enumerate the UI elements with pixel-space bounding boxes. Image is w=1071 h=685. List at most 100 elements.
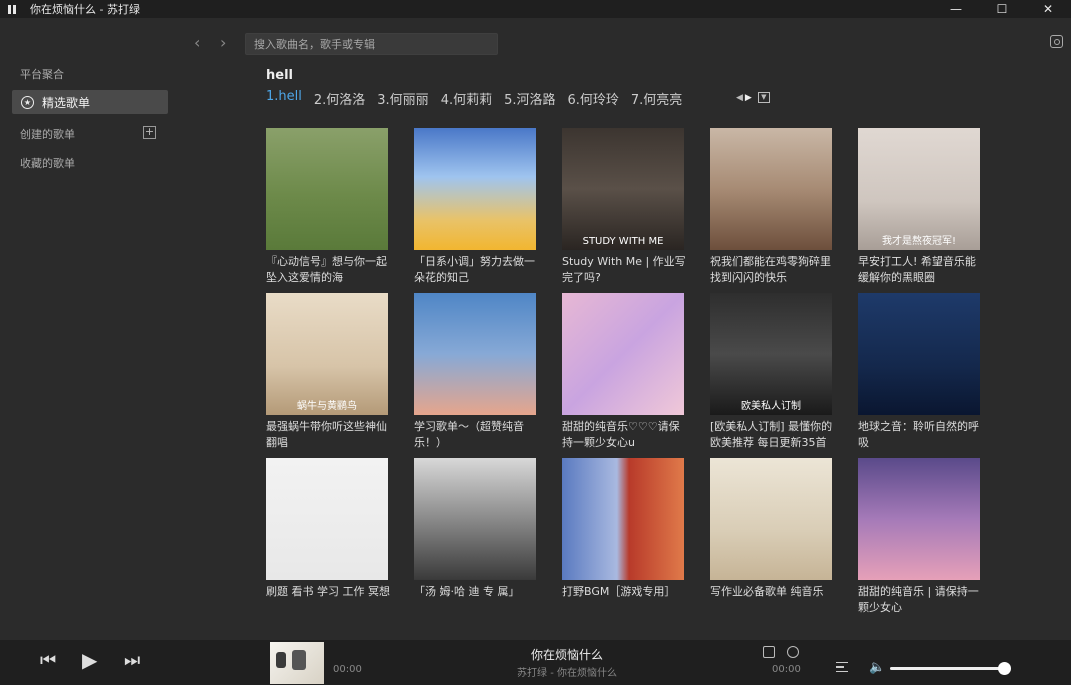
playlist-name[interactable]: 刷题 看书 学习 工作 冥想 — [266, 584, 390, 600]
forward-arrow-icon[interactable]: › — [220, 33, 226, 52]
back-arrow-icon[interactable]: ‹ — [194, 33, 200, 52]
playlist-cover[interactable] — [710, 458, 832, 580]
title-bar: 你在烦恼什么 - 苏打绿 — ☐ ✕ — [0, 0, 1071, 18]
tab-2[interactable]: 2.何洛洛 — [314, 89, 365, 108]
artist-album: 苏打绿 - 你在烦恼什么 — [517, 668, 617, 679]
tab-prev-icon[interactable]: ◀ — [736, 93, 743, 103]
add-playlist-button[interactable]: + — [143, 126, 156, 139]
playlist-grid: 『心动信号』想与你一起坠入这爱情的海 「日系小调」努力去做一朵花的知己 STUDY … — [266, 128, 980, 623]
playlist-cover[interactable] — [414, 293, 536, 415]
maximize-button[interactable]: ☐ — [979, 0, 1025, 18]
tab-5[interactable]: 5.河洛路 — [504, 89, 555, 108]
playlist-cover[interactable] — [858, 293, 980, 415]
playlist-card[interactable]: 蜗牛与黄鹂鸟最强蜗牛带你听这些神仙翻唱 — [266, 293, 388, 458]
playlist-cover[interactable] — [858, 458, 980, 580]
album-art[interactable] — [270, 642, 324, 684]
tab-6[interactable]: 6.何玲玲 — [568, 89, 619, 108]
settings-icon[interactable] — [1050, 35, 1063, 48]
playlist-queue-icon[interactable] — [836, 662, 848, 672]
playlist-cover[interactable] — [562, 293, 684, 415]
sidebar-item-label: 精选歌单 — [42, 95, 91, 110]
tab-7[interactable]: 7.何亮亮 — [631, 89, 682, 108]
sidebar-item-collected[interactable]: 收藏的歌单 — [20, 155, 75, 171]
previous-track-button[interactable]: ⏮ — [40, 650, 56, 671]
tab-4[interactable]: 4.何莉莉 — [441, 89, 492, 108]
window-title: 你在烦恼什么 - 苏打绿 — [30, 3, 140, 16]
playlist-card[interactable]: 甜甜的纯音乐♡♡♡请保持一颗少女心u — [562, 293, 684, 458]
playlist-cover[interactable] — [414, 128, 536, 250]
playlist-cover[interactable]: 蜗牛与黄鹂鸟 — [266, 293, 388, 415]
playlist-name[interactable]: 打野BGM［游戏专用］ — [562, 584, 686, 600]
tab-3[interactable]: 3.何丽丽 — [377, 89, 428, 108]
app-logo-icon — [8, 4, 22, 14]
tab-1[interactable]: 1.hell — [266, 89, 302, 108]
cover-caption: STUDY WITH ME — [582, 236, 664, 247]
playlist-card[interactable]: 我才是熬夜冠军! 早安打工人! 希望音乐能缓解你的黑眼圈 — [858, 128, 980, 293]
playlist-card[interactable]: 「日系小调」努力去做一朵花的知己 — [414, 128, 536, 293]
volume-fill — [890, 667, 1004, 670]
tab-dropdown-icon[interactable]: ▼ — [757, 92, 770, 103]
window-controls: — ☐ ✕ — [933, 0, 1071, 18]
playlist-cover[interactable] — [414, 458, 536, 580]
playlist-name[interactable]: 写作业必备歌单 纯音乐 — [710, 584, 834, 600]
playlist-card[interactable]: 打野BGM［游戏专用］ — [562, 458, 684, 623]
playlist-card[interactable]: 刷题 看书 学习 工作 冥想 — [266, 458, 390, 623]
sidebar-item-featured[interactable]: ★ 精选歌单 — [12, 90, 168, 114]
playlist-name[interactable]: 甜甜的纯音乐♡♡♡请保持一颗少女心u — [562, 419, 686, 451]
playlist-name[interactable]: 最强蜗牛带你听这些神仙翻唱 — [266, 419, 390, 451]
playlist-name[interactable]: 「汤 姆·哈 迪 专 属」 — [414, 584, 538, 600]
playlist-name[interactable]: 甜甜的纯音乐 | 请保持一颗少女心 — [858, 584, 982, 616]
playlist-cover[interactable]: 我才是熬夜冠军! — [858, 128, 980, 250]
playlist-cover[interactable]: STUDY WITH ME — [562, 128, 684, 250]
playlist-name[interactable]: 『心动信号』想与你一起坠入这爱情的海 — [266, 254, 390, 286]
playlist-cover[interactable] — [266, 458, 388, 580]
cover-caption: 欧美私人订制 — [741, 401, 801, 412]
playlist-name[interactable]: Study With Me | 作业写完了吗? — [562, 254, 686, 286]
artist-tabs: 1.hell 2.何洛洛 3.何丽丽 4.何莉莉 5.河洛路 6.何玲玲 7.何亮亮 — [266, 89, 682, 108]
play-button[interactable]: ▶ — [82, 648, 97, 672]
total-time: 00:00 — [772, 664, 801, 675]
playlist-cover[interactable] — [266, 128, 388, 250]
next-track-button[interactable]: ⏭ — [124, 650, 140, 671]
playlist-cover[interactable]: 欧美私人订制 — [710, 293, 832, 415]
playlist-name[interactable]: [欧美私人订制] 最懂你的欧美推荐 每日更新35首 — [710, 419, 834, 451]
sidebar-item-created[interactable]: 创建的歌单 — [20, 126, 75, 142]
playlist-cover[interactable] — [562, 458, 684, 580]
cover-caption: 我才是熬夜冠军! — [881, 236, 956, 247]
playlist-cover[interactable] — [710, 128, 832, 250]
playlist-card[interactable]: 甜甜的纯音乐 | 请保持一颗少女心 — [858, 458, 980, 623]
top-bar: ‹ › — [176, 18, 1071, 68]
playlist-card[interactable]: 欧美私人订制 [欧美私人订制] 最懂你的欧美推荐 每日更新35首 — [710, 293, 832, 458]
repeat-icon[interactable] — [787, 646, 799, 658]
playlist-card[interactable]: 「汤 姆·哈 迪 专 属」 — [414, 458, 536, 623]
playlist-card[interactable]: STUDY WITH ME Study With Me | 作业写完了吗? — [562, 128, 686, 293]
download-icon[interactable] — [763, 646, 775, 658]
main-content: hell 1.hell 2.何洛洛 3.何丽丽 4.何莉莉 5.河洛路 6.何玲玲 7.何亮… — [176, 68, 1071, 640]
volume-icon[interactable]: 🔈 — [869, 660, 885, 675]
star-circle-icon: ★ — [21, 95, 34, 109]
playlist-card[interactable]: 祝我们都能在鸡零狗碎里找到闪闪的快乐 — [710, 128, 832, 293]
playlist-card[interactable]: 学习歌单～（超赞纯音乐！） — [414, 293, 536, 458]
playlist-name[interactable]: 地球之音：聆听自然的呼吸 — [858, 419, 982, 451]
player-bar: ⏮ ▶ ⏭ 00:00 你在烦恼什么 苏打绿 - 你在烦恼什么 00:00 🔈 — [0, 640, 1071, 685]
sidebar: 平台聚合 ★ 精选歌单 创建的歌单 + 收藏的歌单 — [0, 18, 176, 640]
playlist-card[interactable]: 『心动信号』想与你一起坠入这爱情的海 — [266, 128, 388, 293]
minimize-button[interactable]: — — [933, 0, 979, 18]
search-input[interactable] — [245, 33, 498, 55]
playlist-name[interactable]: 早安打工人! 希望音乐能缓解你的黑眼圈 — [858, 254, 982, 286]
sidebar-heading: 平台聚合 — [20, 68, 64, 81]
volume-slider[interactable] — [890, 662, 1011, 675]
elapsed-time: 00:00 — [333, 664, 362, 675]
tab-next-icon[interactable]: ▶ — [745, 93, 752, 103]
volume-knob[interactable] — [998, 662, 1011, 675]
playlist-card[interactable]: 写作业必备歌单 纯音乐 — [710, 458, 832, 623]
playlist-name[interactable]: 祝我们都能在鸡零狗碎里找到闪闪的快乐 — [710, 254, 834, 286]
search-query-title: hell — [266, 68, 293, 83]
playlist-card[interactable]: 地球之音：聆听自然的呼吸 — [858, 293, 980, 458]
playlist-name[interactable]: 学习歌单～（超赞纯音乐！） — [414, 419, 538, 451]
playlist-name[interactable]: 「日系小调」努力去做一朵花的知己 — [414, 254, 538, 286]
cover-caption: 蜗牛与黄鹂鸟 — [297, 401, 357, 412]
close-button[interactable]: ✕ — [1025, 0, 1071, 18]
tab-navigation: ◀ ▶ ▼ — [736, 92, 770, 103]
song-title: 你在烦恼什么 — [530, 648, 603, 662]
